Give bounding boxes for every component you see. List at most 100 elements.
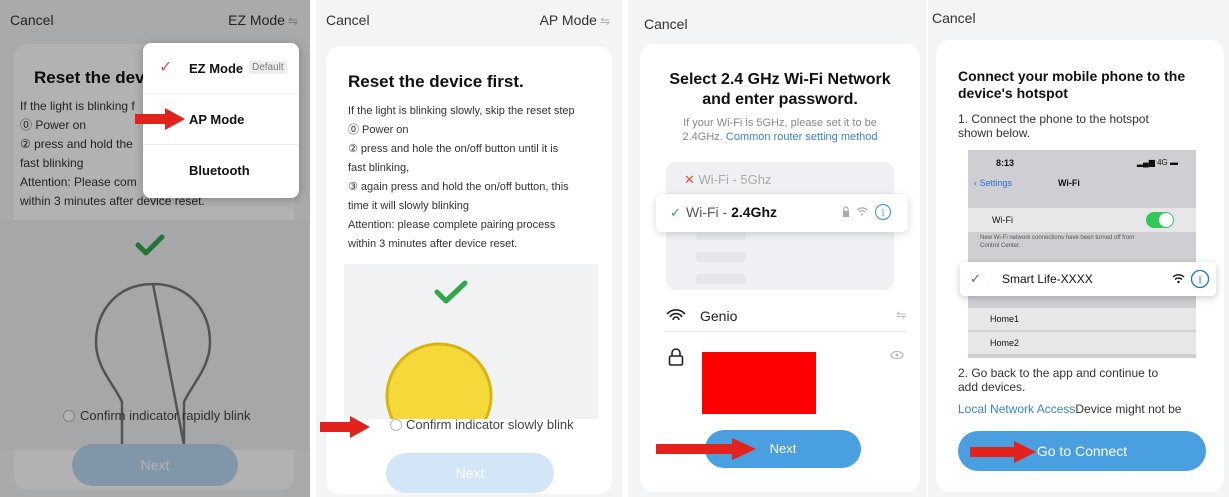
cancel-button[interactable]: Cancel — [644, 16, 688, 32]
wifi-5ghz-row: ✕ Wi-Fi - 5Ghz — [684, 172, 771, 188]
instruction-line: time it will slowly blinking — [348, 200, 470, 212]
instruction-line: Attention: please complete pairing proce… — [348, 219, 556, 231]
wifi-icon — [666, 309, 686, 321]
title-line: device's hotspot — [958, 85, 1068, 101]
home1-label: Home1 — [990, 314, 1020, 324]
wifi-5g-prefix: Wi-Fi - — [698, 172, 741, 187]
title-line: and enter password. — [702, 91, 858, 108]
placeholder-bar — [696, 252, 746, 262]
confirm-radio[interactable] — [390, 419, 402, 431]
placeholder-bar — [696, 274, 746, 284]
toggle-knob — [1159, 213, 1173, 227]
settings-back: ‹ Settings — [974, 178, 1013, 188]
check-icon: ✓ — [159, 59, 173, 76]
subtitle-line: 2.4GHz. Common router setting method — [640, 130, 920, 144]
instruction-line: within 3 minutes after device reset. — [348, 238, 518, 250]
subtitle: If your Wi-Fi is 5GHz, please set it to … — [640, 116, 920, 144]
red-arrow-icon — [970, 441, 1036, 463]
subtitle-prefix: 2.4GHz. — [682, 131, 723, 143]
content-card: Connect your mobile phone to the device'… — [936, 40, 1224, 492]
wifi-24-band: 2.4Ghz — [731, 204, 777, 220]
instruction-line: ③ again press and hold the on/off button… — [348, 181, 569, 193]
phone-wifi-label: Wi-Fi — [992, 215, 1013, 225]
svg-text:i: i — [1198, 273, 1202, 287]
step-one: 1. Connect the phone to the hotspot show… — [958, 112, 1149, 140]
svg-text:i: i — [881, 207, 884, 219]
menu-item-label: Bluetooth — [189, 163, 250, 178]
step-two: 2. Go back to the app and continue to ad… — [958, 366, 1158, 394]
wifi-24-prefix: Wi-Fi - — [686, 204, 732, 220]
instruction-line: If the light is blinking slowly, skip th… — [348, 105, 575, 117]
success-check-icon — [434, 280, 468, 304]
red-arrow-icon — [656, 438, 756, 460]
top-bar: Cancel — [928, 0, 1229, 40]
local-network-link[interactable]: Local Network Access — [958, 402, 1075, 416]
content-card: Select 2.4 GHz Wi-Fi Network and enter p… — [640, 44, 920, 492]
mode-switch-button[interactable]: AP Mode ⇋ — [540, 12, 610, 28]
phone-note-line: Control Center. — [980, 243, 1021, 249]
menu-item-bluetooth[interactable]: Bluetooth — [143, 145, 299, 196]
hotspot-row: ✓ Smart Life-XXXX i — [960, 262, 1216, 296]
instruction-line: ② press and hole the on/off button until… — [348, 143, 559, 155]
phone-note-line: New Wi-Fi network connections have been … — [980, 235, 1135, 241]
cross-icon: ✕ — [684, 172, 695, 187]
switch-network-icon[interactable]: ⇋ — [896, 308, 906, 322]
menu-item-ez-mode[interactable]: ✓ EZ Mode Default — [143, 43, 299, 94]
instructions: If the light is blinking slowly, skip th… — [348, 102, 610, 254]
hotspot-name: Smart Life-XXXX — [1002, 272, 1093, 286]
wifi-signal-icon — [1172, 274, 1185, 284]
info-icon[interactable]: i — [874, 203, 892, 221]
phone-wifi-row: Wi-Fi — [968, 208, 1196, 232]
page-title: Connect your mobile phone to the device'… — [958, 68, 1185, 102]
eye-icon[interactable] — [890, 350, 904, 360]
wifi-select-panel: Cancel Select 2.4 GHz Wi-Fi Network and … — [628, 0, 926, 497]
ez-mode-panel: Cancel EZ Mode ⇋ Reset the devi If the li… — [0, 0, 310, 497]
hotspot-panel: Cancel Connect your mobile phone to the … — [928, 0, 1229, 497]
confirm-label: Confirm indicator slowly blink — [406, 417, 574, 432]
next-button[interactable]: Next — [386, 453, 554, 493]
phone-header: Wi-Fi — [1058, 178, 1080, 188]
lock-icon — [668, 348, 684, 366]
illustration-area — [344, 264, 598, 419]
cancel-button[interactable]: Cancel — [326, 12, 370, 28]
cancel-button[interactable]: Cancel — [932, 10, 976, 26]
home2-label: Home2 — [990, 338, 1020, 348]
phone-screenshot: 8:13 ▂▄▆ 4G ▬ ‹ Settings Wi-Fi Wi-Fi New… — [968, 150, 1196, 358]
local-network-text: Local Network AccessDevice might not be — [958, 402, 1181, 416]
bulb-icon — [385, 342, 493, 419]
phone-signal-label: 4G — [1157, 158, 1168, 167]
settings-back-label: Settings — [979, 178, 1013, 188]
instruction-line: ⓪ Power on — [348, 124, 409, 136]
page-title: Select 2.4 GHz Wi-Fi Network and enter p… — [640, 70, 920, 110]
top-bar: Cancel — [628, 0, 926, 40]
subtitle-line: If your Wi-Fi is 5GHz, please set it to … — [683, 117, 877, 129]
red-arrow-icon — [320, 416, 370, 438]
password-field[interactable] — [666, 340, 906, 414]
wifi-24ghz-row: ✓ Wi-Fi - 2.4Ghz i — [656, 194, 908, 232]
wifi-5g-label: 5Ghz — [740, 172, 772, 187]
menu-item-label: AP Mode — [189, 112, 245, 127]
router-setting-link[interactable]: Common router setting method — [726, 131, 878, 143]
top-bar: Cancel AP Mode ⇋ — [316, 0, 622, 40]
red-arrow-icon — [135, 108, 185, 130]
phone-signal: ▂▄▆ 4G ▬ — [1136, 158, 1178, 167]
default-badge: Default — [249, 61, 287, 74]
wifi-name-field[interactable]: Genio ⇋ — [666, 300, 906, 332]
menu-item-label: EZ Mode — [189, 61, 244, 76]
step-line: 1. Connect the phone to the hotspot — [958, 112, 1149, 126]
wifi-signal-icon — [856, 207, 868, 216]
check-icon: ✓ — [670, 205, 681, 220]
ap-mode-panel: Cancel AP Mode ⇋ Reset the device first. … — [316, 0, 622, 497]
lock-icon — [843, 206, 849, 217]
title-line: Select 2.4 GHz Wi-Fi Network — [669, 71, 891, 88]
phone-note: New Wi-Fi network connections have been … — [980, 234, 1134, 250]
swap-icon: ⇋ — [599, 14, 610, 28]
local-network-rest: Device might not be — [1075, 402, 1182, 416]
wifi-name-value: Genio — [700, 308, 738, 324]
wifi-24-label: Wi-Fi - 2.4Ghz — [686, 204, 777, 220]
instruction-line: fast blinking, — [348, 162, 410, 174]
step-line: 2. Go back to the app and continue to — [958, 366, 1159, 380]
title-line: Connect your mobile phone to the — [958, 68, 1186, 84]
check-icon: ✓ — [970, 271, 981, 286]
home1-row: Home1 — [968, 308, 1196, 330]
